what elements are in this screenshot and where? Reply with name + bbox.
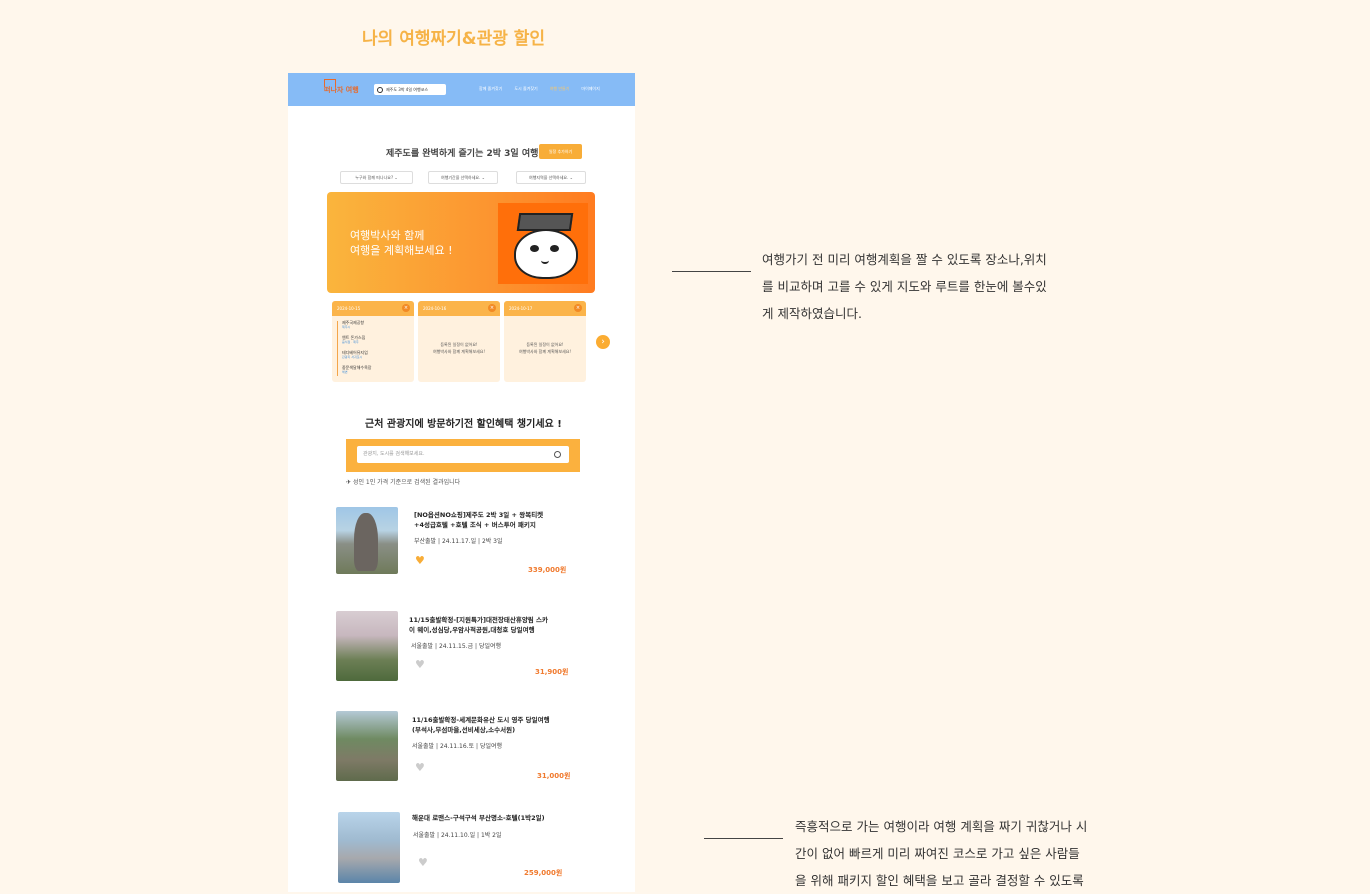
day-date: 2024-10-15 (337, 306, 361, 311)
site-logo[interactable]: 떠나자 여행 (324, 83, 372, 97)
nav-item-cities[interactable]: 도시 즐겨찾기 (514, 86, 537, 92)
add-schedule-button[interactable]: 일정 추가하기 (539, 144, 582, 159)
product-meta: 부산출발 | 24.11.17.일 | 2박 3일 (414, 538, 503, 545)
app-mockup: 떠나자 여행 제주도 3박 4일 여행코스 함께 즐겨찾기 도시 즐겨찾기 여행… (288, 73, 635, 892)
nav-item-make-trip[interactable]: 여행 만들기 (550, 86, 570, 92)
heart-icon[interactable]: ♥ (415, 761, 425, 774)
day-card-3[interactable]: 2024-10-17 × 등록된 일정이 없어요! 여행박사와 함께 계획해보세… (504, 301, 586, 382)
leader-line (672, 271, 751, 272)
product-title[interactable]: 11/15출발확정-[지원특가]대전장태산휴양림 스카 이 웨이,성심당,우암사… (409, 615, 548, 635)
nav-item-mypage[interactable]: 마이페이지 (581, 86, 599, 92)
heart-icon[interactable]: ♥ (415, 554, 425, 567)
leader-line (704, 838, 783, 839)
header-search-value: 제주도 3박 4일 여행코스 (386, 87, 429, 92)
product-meta: 서울출발 | 24.11.10.일 | 1박 2일 (413, 832, 502, 839)
main-nav: 함께 즐겨찾기 도시 즐겨찾기 여행 만들기 마이페이지 (479, 86, 600, 92)
empty-schedule-text: 등록된 일정이 없어요! 여행박사와 함께 계획해보세요! (519, 342, 571, 354)
description-planner: 여행가기 전 미리 여행계획을 짤 수 있도록 장소나,위치 를 비교하며 고를… (762, 252, 1047, 321)
product-price: 31,900원 (535, 668, 569, 676)
day-date: 2024-10-17 (509, 306, 533, 311)
product-title[interactable]: [NO옵션NO쇼핑]제주도 2박 3일 + 왕복티켓 +4성급호텔 +호텔 조식… (414, 510, 543, 530)
deal-search-bar: 관광지, 도시를 검색해보세요. (346, 439, 580, 472)
companion-select[interactable]: 누구와 함께 떠나나요? ⌄ (340, 171, 413, 184)
product-title[interactable]: 11/16출발확정-세계문화유산 도시 영주 당일여행 (부석사,무섬마을,선비… (412, 715, 550, 735)
day-card-1[interactable]: 2024-10-15 × 제주국제공항 제주시 엔트 돈가스집 음식점 · 제주… (332, 301, 414, 382)
day-date: 2024-10-16 (423, 306, 447, 311)
section-title: 나의 여행짜기&관광 할인 (362, 29, 546, 49)
next-day-button[interactable]: › (596, 335, 610, 349)
product-price: 259,000원 (524, 869, 563, 877)
product-image[interactable] (336, 507, 398, 574)
planner-title: 제주도를 완벽하게 즐기는 2박 3일 여행 (386, 149, 539, 159)
product-image[interactable] (336, 611, 398, 681)
stop-item[interactable]: 중문색달해수욕장 해변 (342, 365, 371, 375)
product-image[interactable] (336, 711, 398, 781)
day-card-2[interactable]: 2024-10-16 × 등록된 일정이 없어요! 여행박사와 함께 계획해보세… (418, 301, 500, 382)
product-price: 31,000원 (537, 772, 571, 780)
sprout-icon: ✈ (346, 479, 352, 486)
stop-item[interactable]: 엔트 돈가스집 음식점 · 제주 (342, 335, 365, 345)
header-search-input[interactable]: 제주도 3박 4일 여행코스 (374, 84, 446, 95)
graduation-cap-icon (516, 213, 574, 231)
empty-schedule-text: 등록된 일정이 없어요! 여행박사와 함께 계획해보세요! (433, 342, 485, 354)
stop-item[interactable]: 테디베어뮤지엄 관광지 서귀포시 (342, 350, 368, 360)
deals-title: 근처 관광지에 방문하기전 할인혜택 챙기세요 ! (365, 419, 562, 430)
remove-day-icon[interactable]: × (574, 304, 582, 312)
heart-icon[interactable]: ♥ (418, 856, 428, 869)
mascot-illustration (498, 203, 588, 284)
mascot-face-icon (514, 229, 578, 279)
search-icon (377, 87, 383, 93)
region-select[interactable]: 여행지역을 선택하세요. ⌄ (516, 171, 586, 184)
description-deals: 즉흥적으로 가는 여행이라 여행 계획을 짜기 귀찮거나 시 간이 없어 빠르게… (795, 819, 1088, 888)
remove-day-icon[interactable]: × (488, 304, 496, 312)
product-meta: 서울출발 | 24.11.15.금 | 당일여행 (411, 643, 502, 650)
period-select[interactable]: 여행기간을 선택하세요. ⌄ (428, 171, 498, 184)
product-price: 339,000원 (528, 566, 567, 574)
chevron-right-icon: › (601, 337, 605, 347)
price-basis-note: ✈ 성인 1인 가격 기준으로 검색된 결과입니다 (346, 479, 461, 486)
product-meta: 서울출발 | 24.11.16.토 | 당일여행 (412, 743, 503, 750)
nav-item-bookmarks[interactable]: 함께 즐겨찾기 (479, 86, 502, 92)
banner-text: 여행박사와 함께 여행을 계획해보세요 ! (350, 229, 453, 257)
search-icon[interactable] (554, 451, 561, 458)
product-image[interactable] (338, 812, 400, 883)
remove-day-icon[interactable]: × (402, 304, 410, 312)
stop-item[interactable]: 제주국제공항 제주시 (342, 320, 364, 330)
deal-search-input[interactable]: 관광지, 도시를 검색해보세요. (357, 446, 569, 463)
planner-banner: 여행박사와 함께 여행을 계획해보세요 ! (327, 192, 595, 293)
top-navigation-bar: 떠나자 여행 제주도 3박 4일 여행코스 함께 즐겨찾기 도시 즐겨찾기 여행… (288, 73, 635, 106)
product-title[interactable]: 해운대 로맨스-구석구석 부산명소-호텔(1박2일) (412, 813, 545, 823)
heart-icon[interactable]: ♥ (415, 658, 425, 671)
